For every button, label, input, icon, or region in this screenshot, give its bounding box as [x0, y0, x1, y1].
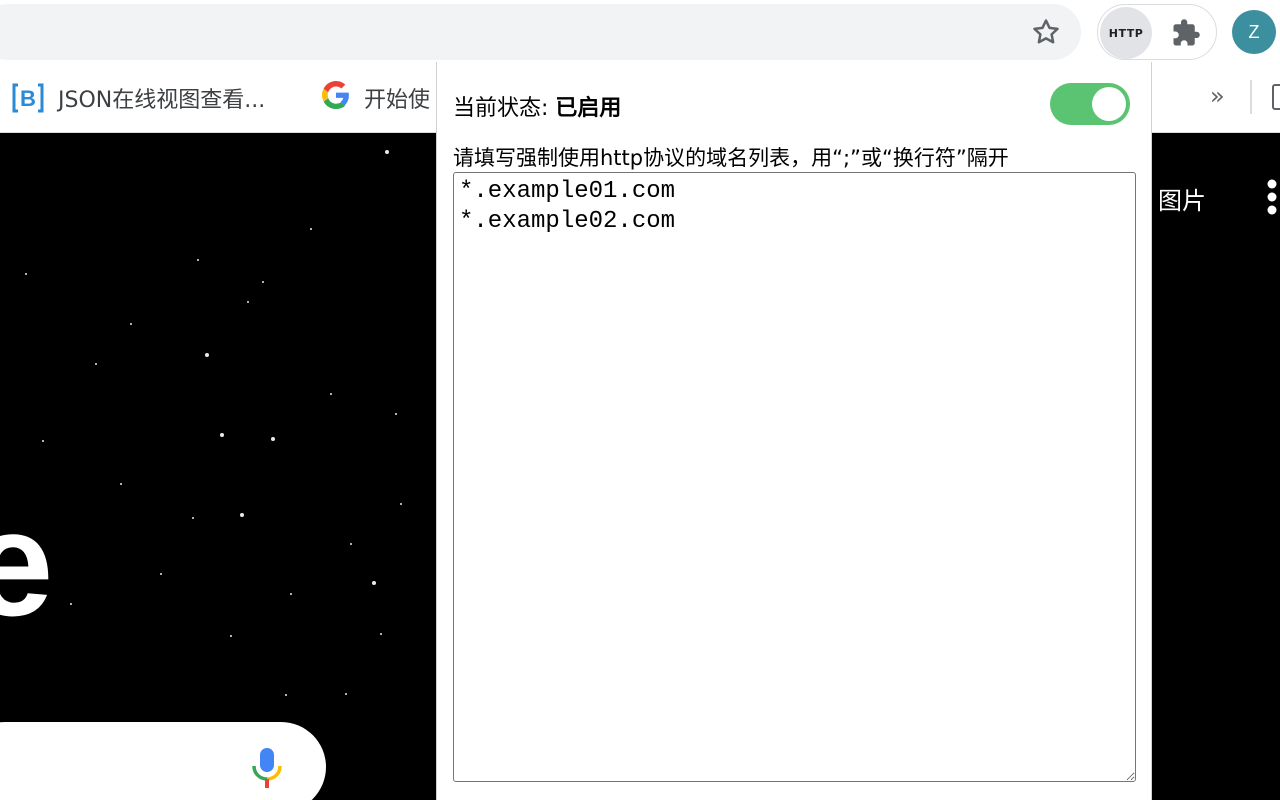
folder-icon[interactable]: [1272, 84, 1280, 110]
star-dot: [247, 301, 249, 303]
browser-toolbar: HTTP Z: [0, 0, 1280, 64]
star-dot: [95, 363, 97, 365]
domain-list-textarea[interactable]: *.example01.com *.example02.com: [453, 172, 1136, 782]
domain-list-hint: 请填写强制使用http协议的域名列表，用“;”或“换行符”隔开: [453, 146, 1009, 170]
star-dot: [192, 517, 194, 519]
bookmark-item-json-viewer[interactable]: B JSON在线视图查看...: [12, 78, 265, 118]
star-dot: [130, 323, 132, 325]
star-dot: [197, 259, 199, 261]
apps-grid-icon[interactable]: [1262, 179, 1280, 215]
star-dot: [262, 281, 264, 283]
star-dot: [395, 413, 397, 415]
star-dot: [160, 573, 162, 575]
bookmark-item-google-start[interactable]: 开始使: [322, 78, 436, 118]
extensions-group: HTTP: [1097, 4, 1217, 60]
star-dot: [285, 694, 287, 696]
star-dot: [385, 150, 389, 154]
svg-text:B: B: [20, 86, 36, 111]
star-dot: [42, 440, 44, 442]
status-value: 已启用: [555, 96, 622, 121]
bejson-logo-icon: B: [12, 82, 44, 114]
images-link[interactable]: 图片: [1158, 181, 1206, 216]
http-extension-button[interactable]: HTTP: [1100, 7, 1152, 59]
bookmark-label: 开始使: [364, 88, 431, 113]
status-row: 当前状态: 已启用: [453, 90, 621, 122]
address-bar[interactable]: [0, 4, 1081, 60]
star-dot: [230, 635, 232, 637]
bookmarks-divider: [1250, 80, 1252, 114]
star-dot: [205, 353, 209, 357]
star-dot: [372, 581, 376, 585]
bookmark-label: JSON在线视图查看...: [58, 88, 266, 113]
bookmark-star-icon[interactable]: [1028, 14, 1064, 50]
star-dot: [120, 483, 122, 485]
mic-icon[interactable]: [250, 746, 284, 790]
star-dot: [310, 228, 312, 230]
enable-toggle[interactable]: [1050, 83, 1130, 125]
bookmarks-overflow-button[interactable]: »: [1210, 82, 1225, 110]
star-dot: [220, 433, 224, 437]
profile-avatar[interactable]: Z: [1232, 10, 1276, 54]
toggle-knob: [1092, 87, 1126, 121]
star-dot: [330, 393, 332, 395]
star-dot: [25, 273, 27, 275]
logo-fragment: e: [0, 479, 54, 647]
star-dot: [290, 593, 292, 595]
puzzle-icon[interactable]: [1170, 17, 1202, 49]
star-dot: [350, 543, 352, 545]
star-dot: [240, 513, 244, 517]
star-dot: [271, 437, 275, 441]
status-label: 当前状态:: [453, 96, 556, 121]
star-dot: [380, 633, 382, 635]
star-dot: [400, 503, 402, 505]
extension-popup: 当前状态: 已启用 请填写强制使用http协议的域名列表，用“;”或“换行符”隔…: [436, 62, 1152, 800]
google-g-icon: [322, 81, 350, 115]
star-dot: [345, 693, 347, 695]
star-dot: [70, 603, 72, 605]
